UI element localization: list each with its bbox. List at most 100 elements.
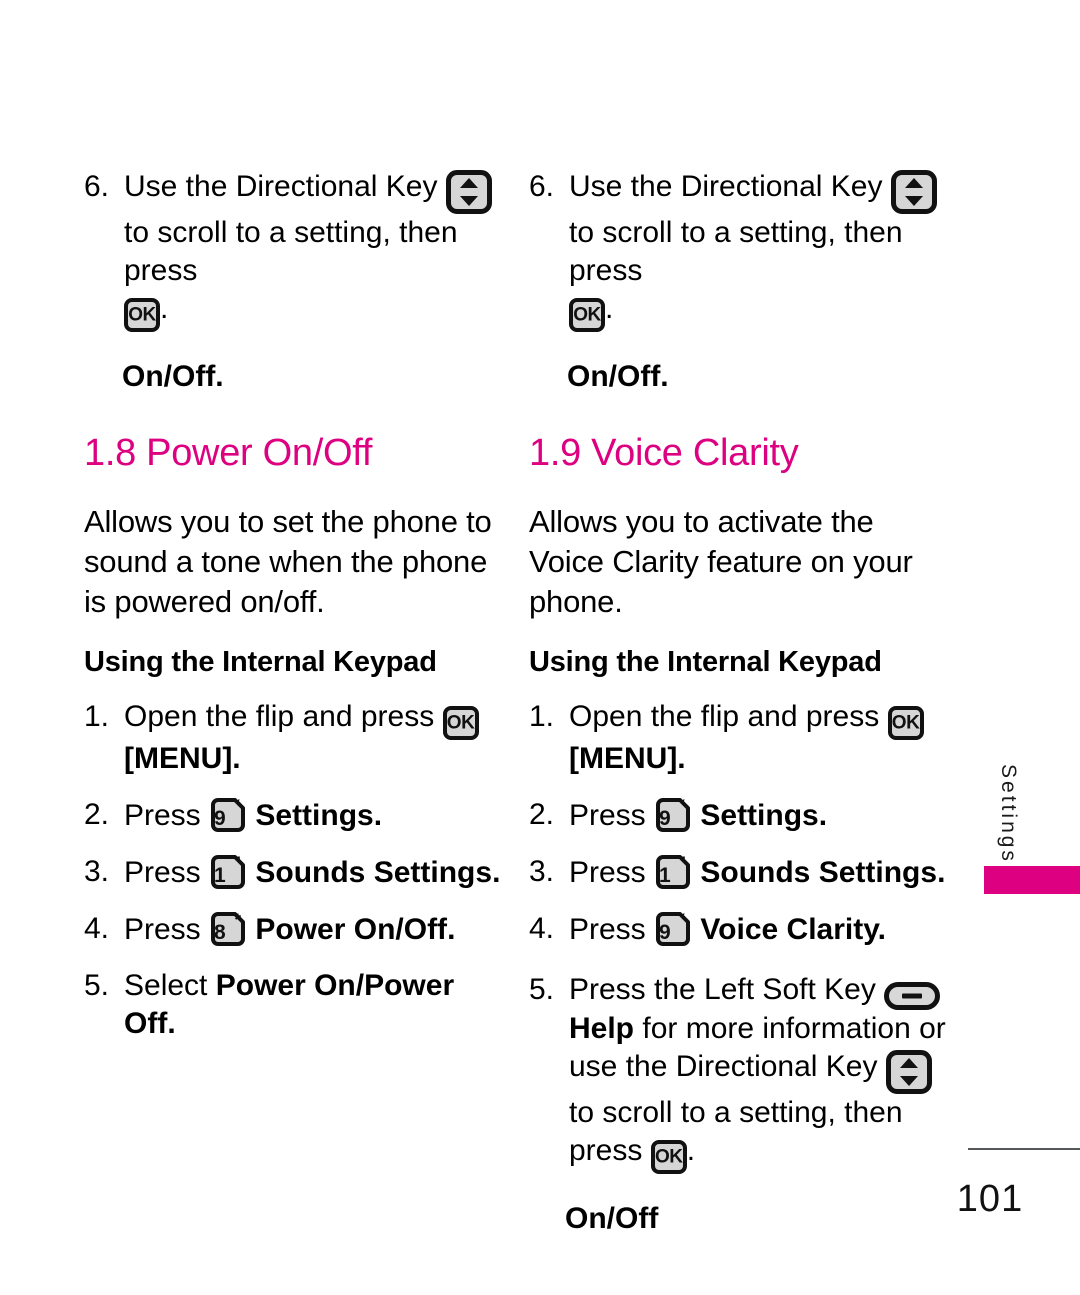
left-carryover-step-6: 6. Use the Directional Key to scroll to … bbox=[84, 168, 504, 332]
keypad-digit: 1 bbox=[214, 864, 226, 887]
step-text: Press bbox=[124, 799, 201, 832]
step-text: Select bbox=[124, 969, 208, 1002]
ok-key-label: OK bbox=[573, 304, 601, 326]
triangle-down-icon bbox=[459, 196, 478, 206]
step-number: 4. bbox=[84, 912, 110, 945]
left-soft-key-icon bbox=[884, 982, 941, 1010]
step-text-scroll: to scroll to a setting, then press bbox=[569, 1096, 903, 1167]
step-number: 2. bbox=[84, 798, 110, 831]
step-text: Press bbox=[569, 913, 646, 946]
triangle-down-icon bbox=[899, 1076, 918, 1086]
soft-key-dash-icon bbox=[902, 993, 923, 999]
footer-divider bbox=[968, 1148, 1080, 1150]
step-bold-help: Help bbox=[569, 1012, 635, 1045]
step-number: 6. bbox=[529, 170, 555, 203]
triangle-up-icon bbox=[904, 178, 923, 188]
step-text-period: . bbox=[686, 1134, 696, 1167]
step-number: 4. bbox=[529, 912, 555, 945]
side-tab-label: Settings bbox=[997, 764, 1020, 864]
step-text-softkey: Press the Left Soft Key bbox=[569, 973, 876, 1006]
step-bold-voice-clarity: Voice Clarity bbox=[700, 913, 878, 946]
directional-key-icon bbox=[885, 1050, 932, 1094]
keypad-digit: 8 bbox=[214, 921, 226, 944]
manual-page: 6. Use the Directional Key to scroll to … bbox=[0, 0, 1080, 1295]
step-bold-settings: Settings bbox=[255, 799, 374, 832]
right-carryover-step-6: 6. Use the Directional Key to scroll to … bbox=[529, 168, 949, 332]
keypad-9-icon: 9 ‘ bbox=[654, 910, 692, 948]
step-bold-sounds-settings: Sounds Settings bbox=[255, 856, 493, 889]
step-text-line2: to scroll to a setting, then press bbox=[124, 216, 458, 287]
left-step-3: 3. Press 1 ’ Sounds Settings. bbox=[84, 853, 504, 892]
step-text-menu: [MENU]. bbox=[124, 742, 241, 775]
left-column: 6. Use the Directional Key to scroll to … bbox=[84, 168, 504, 1043]
right-step-3: 3. Press 1 ’ Sounds Settings. bbox=[529, 853, 949, 892]
left-carryover-onoff: On/Off. bbox=[122, 360, 224, 393]
keypad-1-icon: 1 ’ bbox=[209, 853, 247, 891]
step-number: 5. bbox=[529, 973, 555, 1006]
section-description-voice: Allows you to activate the Voice Clarity… bbox=[529, 504, 913, 619]
step-period: . bbox=[492, 856, 501, 889]
step-text-period: . bbox=[605, 292, 614, 325]
step-text-line2: to scroll to a setting, then press bbox=[569, 216, 903, 287]
section-title-voice-clarity: 1.9 Voice Clarity bbox=[529, 432, 799, 474]
ok-key-label: OK bbox=[446, 712, 475, 734]
section-description-power: Allows you to set the phone to sound a t… bbox=[84, 504, 492, 619]
keypad-superscript: * bbox=[234, 910, 242, 929]
left-step-4: 4. Press 8 * Power On/Off. bbox=[84, 910, 504, 949]
right-final-onoff: On/Off bbox=[565, 1202, 659, 1235]
right-step-5: 5. Press the Left Soft Key Help for more… bbox=[529, 971, 949, 1174]
ok-key-icon: OK bbox=[887, 706, 924, 740]
step-text: Press bbox=[124, 856, 201, 889]
page-number: 101 bbox=[956, 1178, 1024, 1220]
step-bold-settings: Settings bbox=[700, 799, 819, 832]
keypad-9-icon: 9 ‘ bbox=[654, 796, 692, 834]
step-number: 3. bbox=[529, 855, 555, 888]
ok-key-icon: OK bbox=[442, 706, 479, 740]
step-text: Use the Directional Key bbox=[124, 170, 438, 203]
directional-key-icon bbox=[445, 170, 492, 214]
directional-key-icon bbox=[890, 170, 937, 214]
step-period: . bbox=[373, 799, 383, 832]
step-bold-sounds-settings: Sounds Settings bbox=[700, 856, 938, 889]
keypad-superscript: ‘ bbox=[681, 796, 687, 815]
step-text: Press bbox=[569, 799, 646, 832]
keypad-digit: 9 bbox=[659, 807, 671, 830]
keypad-superscript: ’ bbox=[236, 853, 242, 872]
step-text: Press bbox=[569, 856, 646, 889]
step-text-menu: [MENU]. bbox=[569, 742, 686, 775]
step-period: . bbox=[877, 913, 887, 946]
right-carryover-onoff: On/Off. bbox=[567, 360, 669, 393]
keypad-1-icon: 1 ’ bbox=[654, 853, 692, 891]
ok-key-icon: OK bbox=[569, 298, 605, 332]
step-text: Use the Directional Key bbox=[569, 170, 883, 203]
keypad-superscript: ’ bbox=[681, 853, 687, 872]
triangle-up-icon bbox=[899, 1058, 918, 1068]
left-step-5: 5. Select Power On/Power Off. bbox=[84, 967, 504, 1043]
keypad-digit: 9 bbox=[659, 921, 671, 944]
step-number: 2. bbox=[529, 798, 555, 831]
step-text-period: . bbox=[160, 292, 169, 325]
step-bold-power-on-off: Power On/Off bbox=[255, 913, 448, 946]
ok-key-label: OK bbox=[891, 712, 920, 734]
keypad-superscript: ‘ bbox=[681, 910, 687, 929]
subhead-internal-keypad-left: Using the Internal Keypad bbox=[84, 646, 437, 678]
keypad-superscript: ‘ bbox=[236, 796, 242, 815]
step-period: . bbox=[818, 799, 828, 832]
right-step-4: 4. Press 9 ‘ Voice Clarity. bbox=[529, 910, 949, 949]
step-number: 6. bbox=[84, 170, 110, 203]
right-column: 6. Use the Directional Key to scroll to … bbox=[529, 168, 949, 1238]
ok-key-label: OK bbox=[654, 1146, 683, 1168]
step-period: . bbox=[937, 856, 946, 889]
step-number: 3. bbox=[84, 855, 110, 888]
keypad-digit: 9 bbox=[214, 807, 226, 830]
right-step-2: 2. Press 9 ‘ Settings. bbox=[529, 796, 949, 835]
step-text: Press bbox=[124, 913, 201, 946]
keypad-8-icon: 8 * bbox=[209, 910, 247, 948]
step-number: 1. bbox=[529, 700, 555, 733]
step-number: 1. bbox=[84, 700, 110, 733]
step-text: Open the flip and press bbox=[569, 700, 880, 733]
keypad-9-icon: 9 ‘ bbox=[209, 796, 247, 834]
triangle-down-icon bbox=[904, 196, 923, 206]
ok-key-icon: OK bbox=[650, 1140, 687, 1174]
side-tab-accent-bar bbox=[984, 866, 1080, 894]
